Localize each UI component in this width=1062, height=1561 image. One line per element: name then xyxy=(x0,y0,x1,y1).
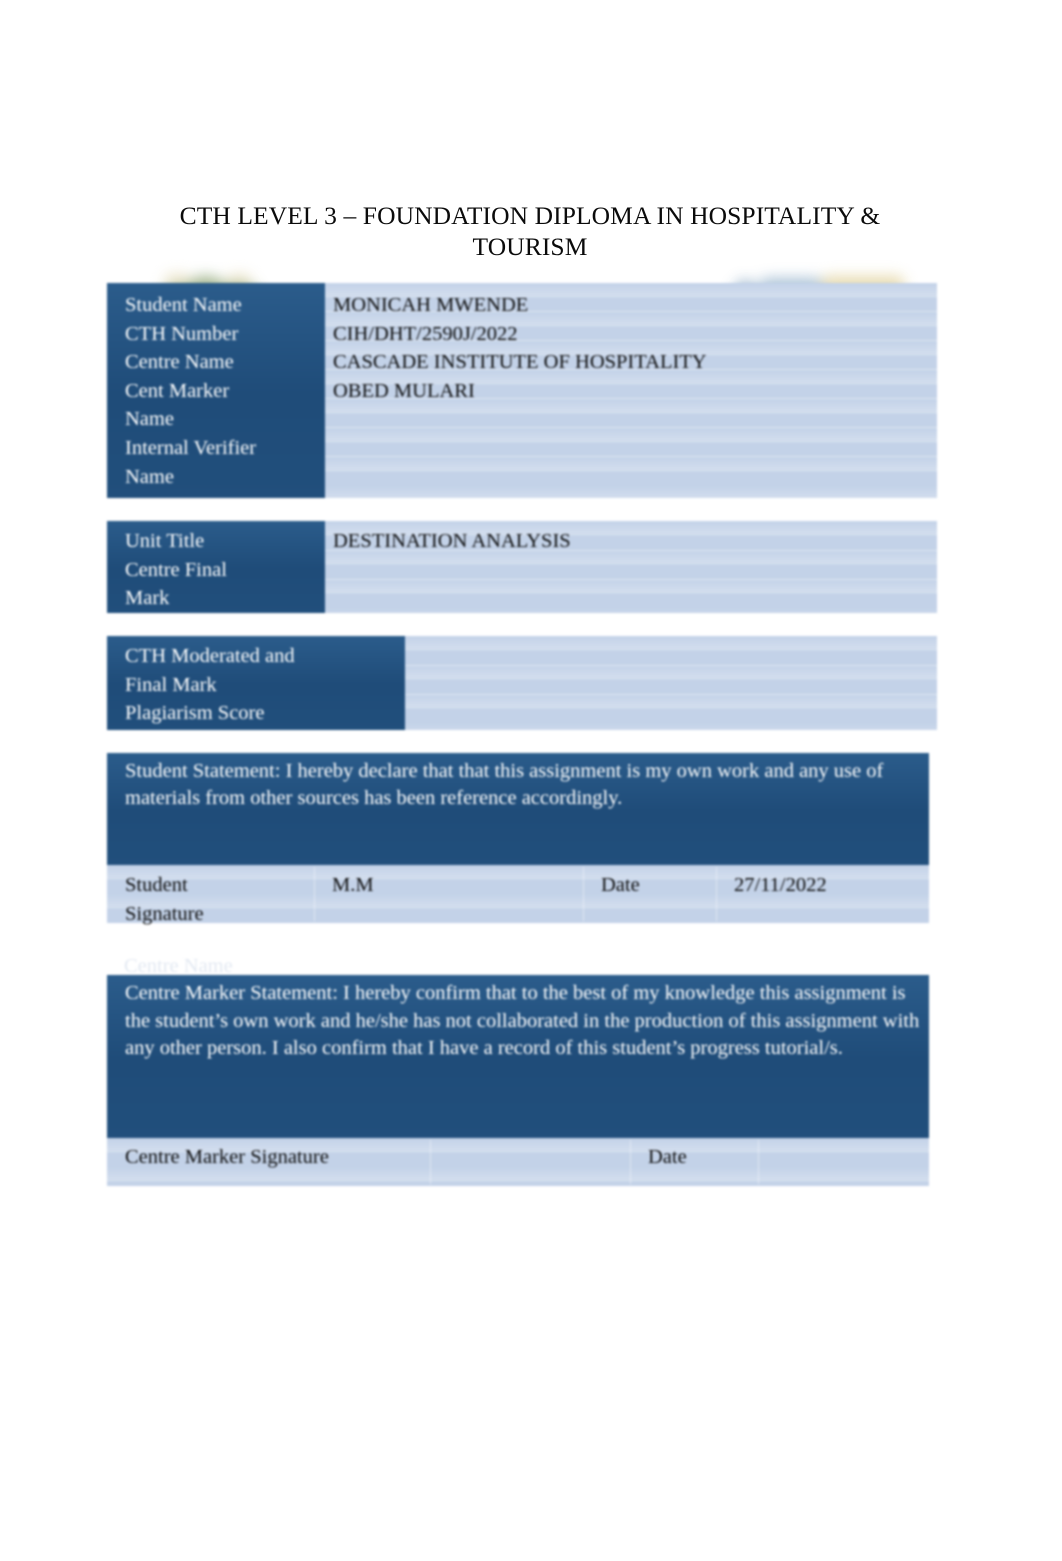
centre-marker-statement-table: Centre Marker Statement: I hereby confir… xyxy=(107,975,929,1186)
moderation-info-table: CTH Moderated and Final Mark Plagiarism … xyxy=(107,636,937,730)
page-title: CTH LEVEL 3 – FOUNDATION DIPLOMA IN HOSP… xyxy=(179,201,881,261)
moderation-labels: CTH Moderated and Final Mark Plagiarism … xyxy=(125,645,295,725)
unit-info-labels: Unit Title Centre Final Mark xyxy=(125,530,227,610)
document-page: CTH LEVEL 3 – FOUNDATION DIPLOMA IN HOSP… xyxy=(0,0,1062,1561)
centre-marker-signature-row: Centre Marker Signature Date xyxy=(107,1143,929,1186)
unit-info-table: Unit Title Centre Final Mark DESTINATION… xyxy=(107,521,937,613)
unit-info-values: DESTINATION ANALYSIS xyxy=(333,530,571,552)
student-statement-table: Student Statement: I hereby declare that… xyxy=(107,753,929,925)
centre-marker-statement-text: Centre Marker Statement: I hereby confir… xyxy=(125,982,920,1060)
student-signature-row: Student Signature M.M Date 27/11/2022 xyxy=(107,871,929,925)
student-statement-text: Student Statement: I hereby declare that… xyxy=(125,760,884,810)
student-signature-label: Student Signature xyxy=(125,874,204,925)
header-logo-row xyxy=(0,132,1062,314)
student-date-label: Date xyxy=(601,874,640,896)
student-date-value[interactable]: 27/11/2022 xyxy=(734,871,924,900)
student-info-labels: Student Name CTH Number Centre Name Cent… xyxy=(125,294,257,488)
student-info-values: MONICAH MWENDE CIH/DHT/2590J/2022 CASCAD… xyxy=(333,294,707,402)
student-info-table: Student Name CTH Number Centre Name Cent… xyxy=(107,283,937,498)
centre-marker-signature-label: Centre Marker Signature xyxy=(125,1146,329,1168)
student-signature-value[interactable]: M.M xyxy=(332,871,582,900)
centre-marker-date-label: Date xyxy=(648,1146,687,1168)
